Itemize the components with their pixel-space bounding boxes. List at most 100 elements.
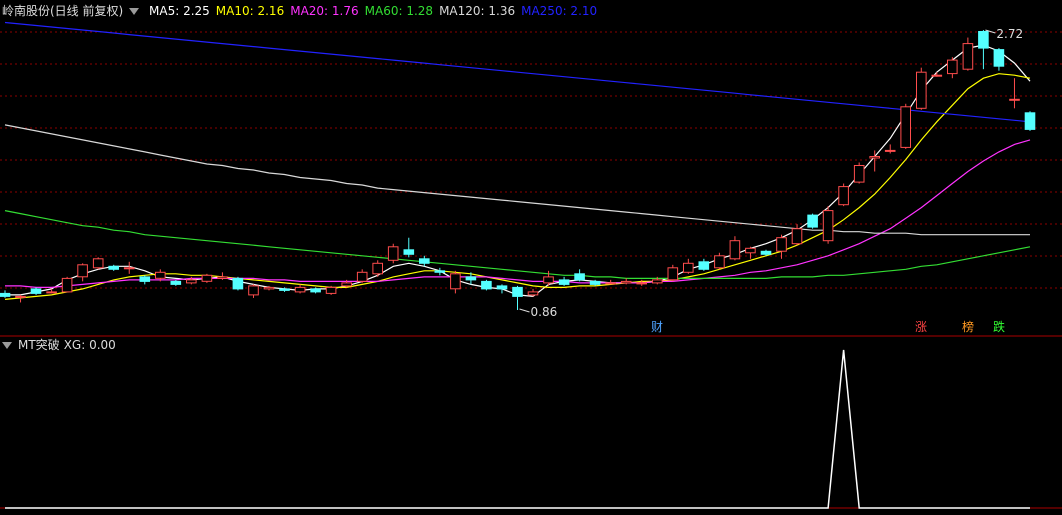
chart-title: 岭南股份(日线 前复权) bbox=[2, 4, 124, 18]
candle-body bbox=[496, 285, 508, 290]
candle-body bbox=[652, 279, 663, 284]
candle bbox=[947, 57, 958, 79]
candle bbox=[822, 206, 834, 244]
candle-body bbox=[605, 282, 617, 285]
dropdown-triangle-icon[interactable] bbox=[2, 342, 12, 349]
candle-body bbox=[962, 43, 974, 70]
candle-body bbox=[543, 276, 554, 284]
candle-body bbox=[325, 286, 337, 294]
candle bbox=[170, 279, 182, 286]
candle-body bbox=[667, 267, 679, 281]
chart-canvas: 2.72 0.86 bbox=[0, 21, 1062, 509]
candle-body bbox=[527, 291, 539, 296]
indicator-value: XG: 0.00 bbox=[63, 338, 116, 352]
candle bbox=[248, 284, 259, 298]
ma-line-ma10 bbox=[4, 73, 1031, 300]
event-marker[interactable]: 榜 bbox=[962, 320, 974, 334]
candle bbox=[636, 279, 648, 286]
candle bbox=[683, 258, 694, 274]
candle bbox=[419, 255, 430, 267]
dropdown-triangle-icon[interactable] bbox=[129, 8, 140, 15]
candle bbox=[387, 243, 399, 264]
candle bbox=[201, 273, 213, 283]
candle-body bbox=[123, 267, 135, 270]
candle bbox=[356, 269, 368, 283]
candle bbox=[838, 183, 849, 207]
candle-body bbox=[356, 271, 368, 282]
candle bbox=[574, 269, 585, 282]
candle-body bbox=[201, 274, 213, 282]
candle-body bbox=[791, 228, 803, 245]
legend-ma60: MA60: 1.28 bbox=[364, 4, 434, 18]
candle-body bbox=[838, 186, 849, 206]
candle bbox=[745, 246, 756, 259]
ma-line-ma20 bbox=[5, 139, 1031, 288]
candle-body bbox=[822, 210, 834, 242]
legend-ma10: MA10: 2.16 bbox=[215, 4, 285, 18]
event-marker[interactable]: 财 bbox=[651, 320, 663, 334]
candle-body bbox=[745, 247, 756, 254]
candle bbox=[962, 37, 974, 71]
candle-body bbox=[683, 262, 694, 273]
candle bbox=[123, 261, 135, 274]
candle-body bbox=[807, 214, 818, 228]
candle bbox=[310, 287, 321, 294]
candle bbox=[294, 284, 306, 294]
candle-body bbox=[232, 277, 244, 290]
candle-body bbox=[698, 261, 710, 270]
ma-line-ma5 bbox=[5, 44, 1031, 298]
candle-body bbox=[186, 279, 197, 284]
candle-body bbox=[993, 49, 1005, 67]
candle-body bbox=[170, 280, 182, 285]
candle-body bbox=[620, 280, 632, 284]
candle bbox=[807, 213, 818, 229]
main-chart-header: 岭南股份(日线 前复权) MA5: 2.25 MA10: 2.16 MA20: 1.… bbox=[2, 2, 609, 20]
candle bbox=[403, 237, 415, 258]
candle-body bbox=[884, 149, 896, 152]
candle-body bbox=[1024, 112, 1036, 130]
candle-body bbox=[916, 71, 927, 109]
candle-body bbox=[869, 156, 881, 159]
candle-body bbox=[294, 286, 306, 293]
candle-body bbox=[558, 279, 570, 285]
candle bbox=[993, 48, 1005, 71]
candle-body bbox=[636, 282, 648, 285]
candle-body bbox=[900, 106, 912, 148]
candle-body bbox=[760, 250, 772, 255]
candle bbox=[434, 267, 446, 276]
high-price-label: 2.72 bbox=[996, 27, 1023, 41]
candle bbox=[1009, 78, 1020, 109]
candle bbox=[527, 288, 539, 297]
candle bbox=[978, 30, 989, 70]
candle bbox=[1024, 111, 1036, 131]
low-price-label: 0.86 bbox=[531, 305, 558, 319]
indicator-title: MT突破 bbox=[18, 338, 60, 352]
candle-body bbox=[0, 292, 11, 297]
candle-body bbox=[403, 249, 415, 255]
candle-body bbox=[310, 288, 321, 293]
candle-body bbox=[729, 240, 741, 260]
candle-body bbox=[92, 258, 104, 269]
ma-line-ma60 bbox=[4, 210, 1031, 279]
low-arrow bbox=[519, 308, 530, 313]
candle-body bbox=[434, 270, 446, 273]
candle bbox=[325, 285, 337, 295]
candle-body bbox=[481, 280, 492, 290]
ma-line-ma250 bbox=[4, 21, 1031, 123]
candle bbox=[667, 264, 679, 282]
candle-body bbox=[279, 288, 290, 291]
candle bbox=[916, 67, 927, 110]
candle bbox=[232, 276, 244, 291]
candle-body bbox=[947, 59, 958, 75]
event-marker[interactable]: 涨 bbox=[915, 320, 927, 334]
candle-body bbox=[139, 276, 151, 282]
candle bbox=[30, 287, 42, 295]
candle bbox=[0, 290, 11, 298]
candle-body bbox=[217, 276, 228, 279]
candle-body bbox=[450, 273, 461, 290]
candle bbox=[776, 234, 787, 259]
event-marker[interactable]: 跌 bbox=[993, 320, 1005, 334]
candle-body bbox=[574, 273, 585, 281]
xg-signal-line bbox=[5, 349, 1030, 509]
ma-legend: MA5: 2.25 MA10: 2.16 MA20: 1.76 MA60: 1.28 M… bbox=[149, 4, 603, 18]
